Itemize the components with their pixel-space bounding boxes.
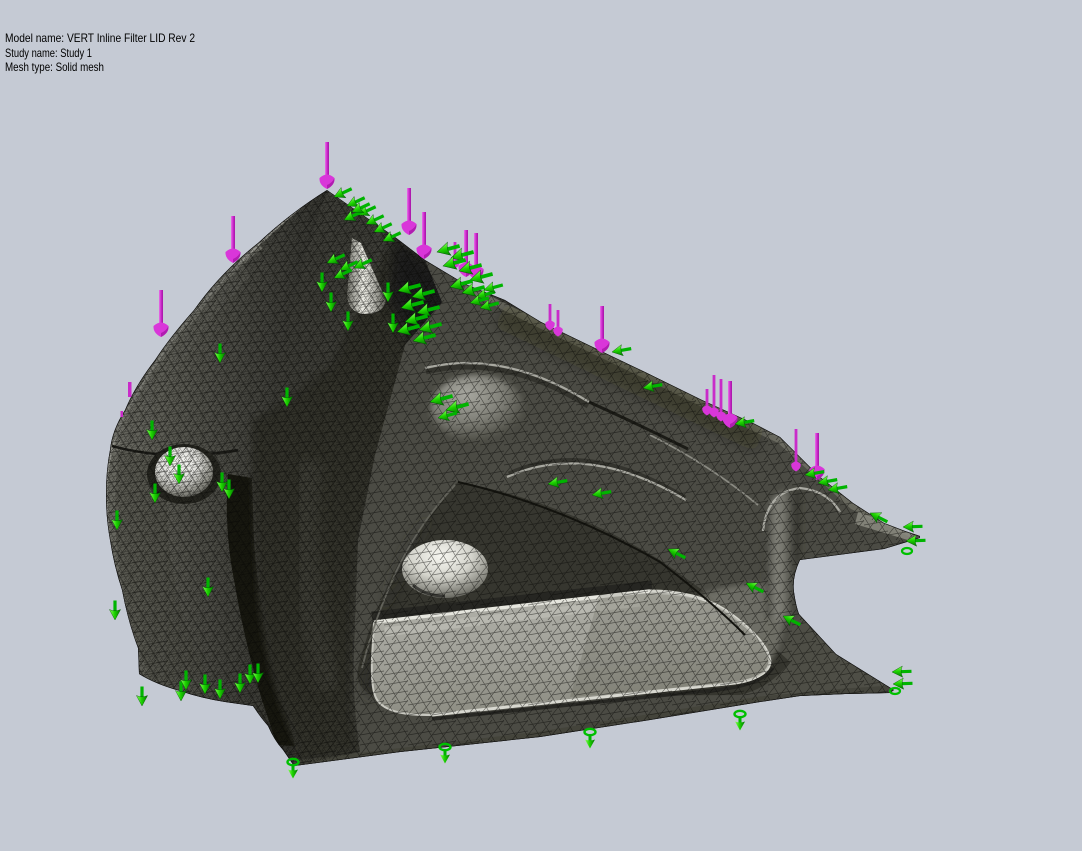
svg-text:Study name: Study 1: Study name: Study 1 xyxy=(5,46,92,60)
svg-text:Mesh type: Solid mesh: Mesh type: Solid mesh xyxy=(5,60,104,74)
svg-text:Model name: VERT Inline Filter: Model name: VERT Inline Filter LID Rev 2 xyxy=(5,31,195,45)
